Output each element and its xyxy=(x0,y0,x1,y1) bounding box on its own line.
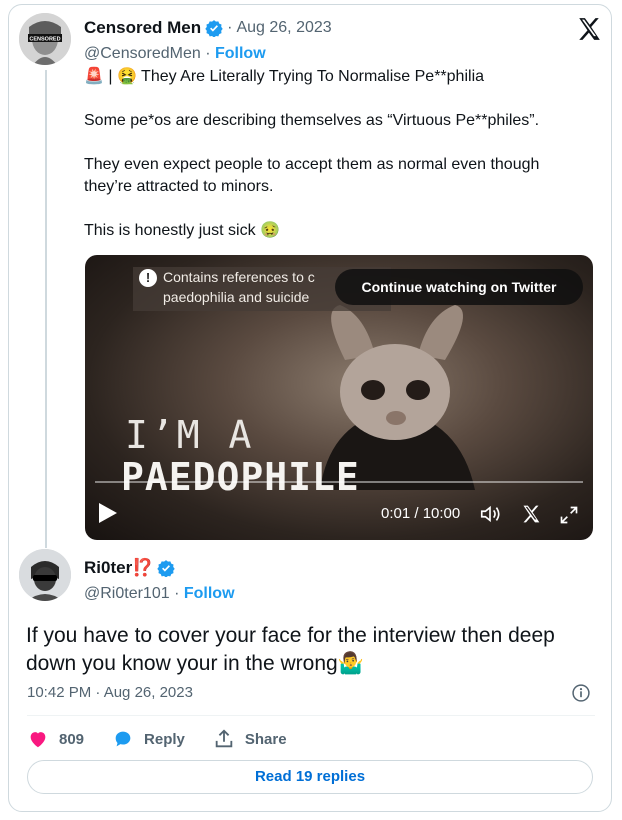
follow-button[interactable]: Follow xyxy=(215,45,266,62)
continue-watching-button[interactable]: Continue watching on Twitter xyxy=(335,269,583,305)
author-handle[interactable]: @CensoredMen xyxy=(84,45,201,62)
video-overlay-text-2: PAEDOPHILE xyxy=(121,455,360,499)
video-time: 0:01 / 10:00 xyxy=(381,505,461,522)
separator-dot: · xyxy=(227,19,233,36)
share-button[interactable]: Share xyxy=(213,728,287,750)
author-name[interactable]: Censored Men xyxy=(84,18,201,38)
verified-badge-icon xyxy=(157,560,176,577)
video-overlay-text-1: I’M A xyxy=(125,413,255,457)
video-player[interactable]: ! Contains references to c paedophilia a… xyxy=(85,255,593,540)
original-handle-row: @CensoredMen · Follow xyxy=(84,45,266,63)
play-icon[interactable] xyxy=(99,503,117,523)
reply-handle-row: @Ri0ter101 · Follow xyxy=(84,585,235,603)
action-bar: 809 Reply Share xyxy=(27,728,315,750)
original-author-row: Censored Men · Aug 26, 2023 xyxy=(84,18,332,38)
reply-label: Reply xyxy=(144,730,185,748)
heart-icon xyxy=(30,732,46,748)
tweet-date[interactable]: Aug 26, 2023 xyxy=(236,19,331,37)
reply-author-name[interactable]: Ri0ter⁉️ xyxy=(84,558,153,578)
warning-icon: ! xyxy=(139,269,157,287)
original-tweet-body: 🚨 | 🤮 They Are Literally Trying To Norma… xyxy=(84,66,584,264)
volume-icon[interactable] xyxy=(479,503,501,525)
tweet-paragraph: Some pe*os are describing themselves as … xyxy=(84,112,540,129)
divider xyxy=(27,715,595,716)
thread-connector-line xyxy=(45,70,47,548)
tweet-headline: 🚨 | 🤮 They Are Literally Trying To Norma… xyxy=(84,68,485,85)
separator-dot: · xyxy=(174,585,180,602)
reply-body-text: If you have to cover your face for the i… xyxy=(26,624,555,675)
info-icon[interactable] xyxy=(571,683,591,703)
video-progress-bar[interactable] xyxy=(95,481,583,483)
reply-author-handle[interactable]: @Ri0ter101 xyxy=(84,585,170,602)
reply-follow-button[interactable]: Follow xyxy=(184,585,235,602)
ri0ter-avatar[interactable] xyxy=(19,549,71,601)
like-button[interactable]: 809 xyxy=(27,728,84,750)
reply-button[interactable]: Reply xyxy=(112,728,185,750)
tweet-paragraph: This is honestly just sick 🤢 xyxy=(84,222,280,239)
share-label: Share xyxy=(244,730,287,748)
share-icon xyxy=(215,729,233,748)
reply-timestamp[interactable]: 10:42 PM · Aug 26, 2023 xyxy=(27,684,193,701)
reply-author-row: Ri0ter⁉️ xyxy=(84,558,176,578)
read-replies-button[interactable]: Read 19 replies xyxy=(27,760,593,794)
verified-badge-icon xyxy=(205,20,223,37)
fullscreen-icon[interactable] xyxy=(559,505,579,525)
x-video-icon[interactable] xyxy=(521,504,541,524)
x-logo-icon[interactable] xyxy=(576,16,602,42)
like-count: 809 xyxy=(59,730,85,748)
censored-men-avatar[interactable]: CENSORED xyxy=(19,13,71,65)
separator-dot: · xyxy=(205,45,211,62)
tweet-paragraph: They even expect people to accept them a… xyxy=(84,156,540,195)
reply-bubble-icon xyxy=(115,731,131,747)
censored-bar-text: CENSORED xyxy=(29,37,60,43)
